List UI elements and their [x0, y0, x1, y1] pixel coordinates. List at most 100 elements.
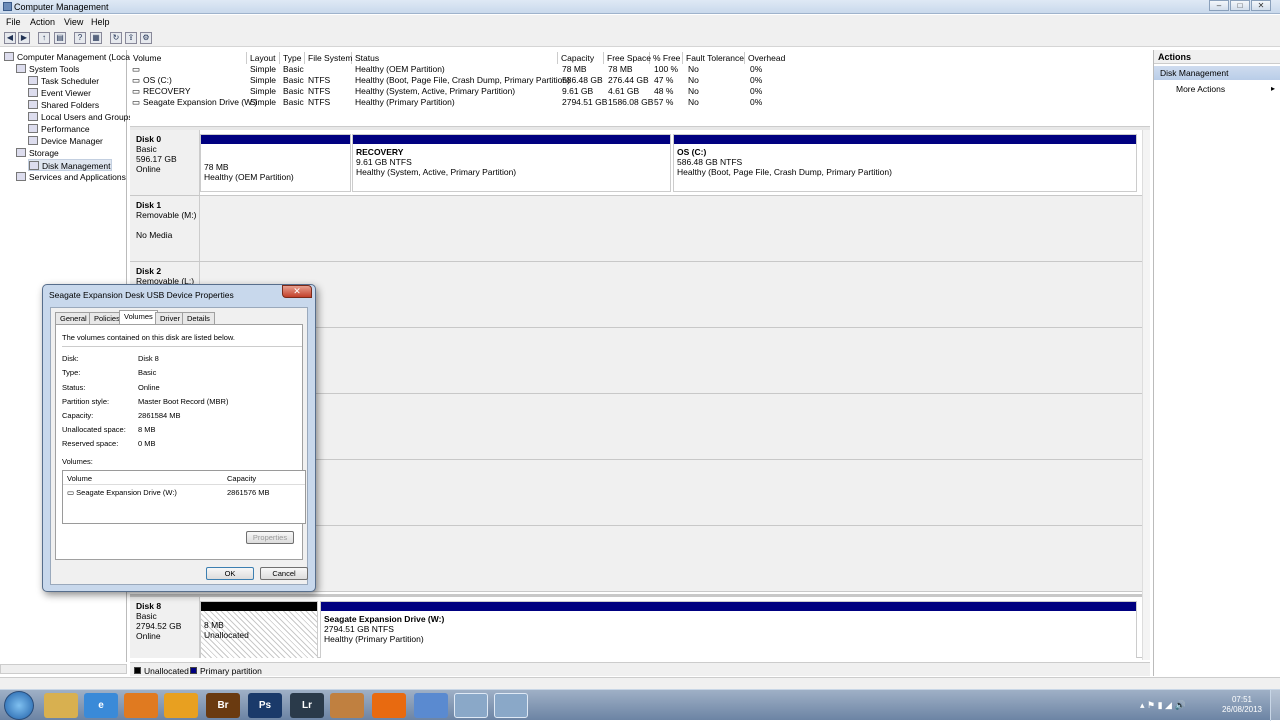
taskbar: e Br Ps Lr ▴ ⚑ ▮ ◢ 🔊 07:51 26/08/2013: [0, 689, 1280, 721]
menu-action[interactable]: Action: [30, 17, 55, 27]
start-button[interactable]: [4, 691, 34, 720]
properties-dialog: Seagate Expansion Desk USB Device Proper…: [42, 284, 316, 592]
volume-row[interactable]: ▭ RECOVERY Simple Basic NTFS Healthy (Sy…: [130, 86, 1148, 97]
drive-icon: ▭: [132, 97, 141, 107]
cancel-button[interactable]: Cancel: [260, 567, 308, 580]
performance-icon: [28, 124, 38, 133]
col-volume[interactable]: Volume: [67, 474, 92, 483]
tree-item-event-viewer[interactable]: Event Viewer: [28, 87, 91, 99]
tab-details[interactable]: Details: [182, 312, 215, 324]
chevron-right-icon: ▸: [1271, 84, 1276, 93]
up-folder-icon[interactable]: ↑: [38, 32, 50, 44]
tab-driver[interactable]: Driver: [155, 312, 185, 324]
users-icon: [28, 112, 38, 121]
dialog-close-button[interactable]: ✕: [282, 285, 312, 298]
tree-item-shared-folders[interactable]: Shared Folders: [28, 99, 99, 111]
vlc-icon[interactable]: [372, 693, 406, 718]
tree-item-task-scheduler[interactable]: Task Scheduler: [28, 75, 99, 87]
disk-icon: [29, 161, 39, 170]
volumes-panel: The volumes contained on this disk are l…: [55, 324, 306, 560]
device-manager-icon: [28, 136, 38, 145]
forward-icon[interactable]: ▶: [18, 32, 30, 44]
event-viewer-icon: [28, 88, 38, 97]
partition-os[interactable]: OS (C:) 586.48 GB NTFS Healthy (Boot, Page…: [673, 134, 1137, 192]
device-properties-task-icon[interactable]: [494, 693, 528, 718]
help-icon[interactable]: ?: [74, 32, 86, 44]
tree-item-system-tools[interactable]: System Tools: [16, 63, 79, 75]
more-actions-link[interactable]: More Actions: [1176, 84, 1225, 94]
tab-volumes[interactable]: Volumes: [119, 310, 158, 324]
media-player-icon[interactable]: [330, 693, 364, 718]
outlook-icon[interactable]: [164, 693, 198, 718]
disk-row-1: Disk 1 Removable (M:) No Media: [130, 196, 1142, 262]
minimize-button[interactable]: –: [1209, 0, 1229, 11]
tree-item-computer-management[interactable]: Computer Management (Local: [4, 51, 132, 63]
actions-section-disk-management[interactable]: Disk Management: [1154, 66, 1280, 80]
volume-row[interactable]: ▭ OS (C:) Simple Basic NTFS Healthy (Boo…: [130, 75, 1148, 86]
col-file-system[interactable]: File System: [305, 52, 352, 64]
tab-general[interactable]: General: [55, 312, 92, 324]
menu-help[interactable]: Help: [91, 17, 110, 27]
explorer-icon[interactable]: [44, 693, 78, 718]
legend: Unallocated Primary partition: [130, 662, 1150, 676]
photoshop-icon[interactable]: Ps: [248, 693, 282, 718]
tree-item-disk-management[interactable]: Disk Management: [28, 159, 112, 171]
clock[interactable]: 07:51 26/08/2013: [1222, 695, 1262, 715]
col-free-space[interactable]: Free Space: [604, 52, 651, 64]
close-button[interactable]: ✕: [1251, 0, 1271, 11]
tools-icon: [16, 64, 26, 73]
disk-info[interactable]: Disk 1 Removable (M:) No Media: [130, 196, 200, 261]
col-type[interactable]: Type: [280, 52, 305, 64]
actions-pane: Actions Disk Management More Actions ▸: [1153, 50, 1280, 676]
tree-item-local-users[interactable]: Local Users and Groups: [28, 111, 133, 123]
internet-explorer-icon[interactable]: e: [84, 693, 118, 718]
settings-icon[interactable]: ⚙: [140, 32, 152, 44]
volume-row[interactable]: ▭ Seagate Expansion Drive (W:) Simple Ba…: [130, 97, 1148, 108]
bridge-icon[interactable]: Br: [206, 693, 240, 718]
volume-row[interactable]: ▭ Simple Basic Healthy (OEM Partition) 7…: [130, 64, 1148, 75]
tree-item-storage[interactable]: Storage: [16, 147, 59, 159]
volume-list-item[interactable]: ▭ Seagate Expansion Drive (W:): [67, 488, 177, 497]
title-bar: Computer Management – □ ✕: [0, 0, 1280, 14]
computer-management-task-icon[interactable]: [454, 693, 488, 718]
tree-item-device-manager[interactable]: Device Manager: [28, 135, 103, 147]
tree-horizontal-scrollbar[interactable]: [0, 664, 127, 674]
disk-info[interactable]: Disk 8 Basic 2794.52 GB Online: [130, 597, 200, 658]
col-layout[interactable]: Layout: [247, 52, 280, 64]
col-fault-tolerance[interactable]: Fault Tolerance: [683, 52, 745, 64]
col-capacity[interactable]: Capacity: [227, 474, 256, 483]
menu-bar: File Action View Help: [0, 15, 1280, 29]
itunes-icon[interactable]: [414, 693, 448, 718]
menu-view[interactable]: View: [64, 17, 83, 27]
properties-icon[interactable]: ▦: [90, 32, 102, 44]
col-overhead[interactable]: Overhead: [745, 52, 805, 64]
ok-button[interactable]: OK: [206, 567, 254, 580]
maximize-button[interactable]: □: [1230, 0, 1250, 11]
col-capacity[interactable]: Capacity: [558, 52, 604, 64]
col-volume[interactable]: Volume: [130, 52, 247, 64]
actions-header: Actions: [1154, 50, 1280, 64]
partition-unallocated[interactable]: 8 MB Unallocated: [200, 601, 318, 658]
export-icon[interactable]: ⇪: [125, 32, 137, 44]
show-tree-icon[interactable]: ▤: [54, 32, 66, 44]
show-desktop-button[interactable]: [1270, 690, 1280, 721]
tree-item-services-and-applications[interactable]: Services and Applications: [16, 171, 126, 183]
partition-seagate[interactable]: Seagate Expansion Drive (W:) 2794.51 GB N…: [320, 601, 1137, 658]
firefox-icon[interactable]: [124, 693, 158, 718]
partition-recovery[interactable]: RECOVERY 9.61 GB NTFS Healthy (System, Act…: [352, 134, 671, 192]
partition-oem[interactable]: 78 MB Healthy (OEM Partition): [200, 134, 351, 192]
col-status[interactable]: Status: [352, 52, 558, 64]
disk-info[interactable]: Disk 0 Basic 596.17 GB Online: [130, 130, 200, 195]
col-percent-free[interactable]: % Free: [650, 52, 683, 64]
unallocated-swatch: [134, 667, 141, 674]
back-icon[interactable]: ◀: [4, 32, 16, 44]
lightroom-icon[interactable]: Lr: [290, 693, 324, 718]
tree-item-performance[interactable]: Performance: [28, 123, 90, 135]
properties-button[interactable]: Properties: [246, 531, 294, 544]
menu-file[interactable]: File: [6, 17, 21, 27]
dialog-title: Seagate Expansion Desk USB Device Proper…: [49, 290, 234, 300]
refresh-icon[interactable]: ↻: [110, 32, 122, 44]
tray-icons[interactable]: ▴ ⚑ ▮ ◢ 🔊: [1140, 700, 1186, 711]
disk-map-scrollbar[interactable]: [1142, 130, 1150, 660]
clock-icon: [28, 76, 38, 85]
